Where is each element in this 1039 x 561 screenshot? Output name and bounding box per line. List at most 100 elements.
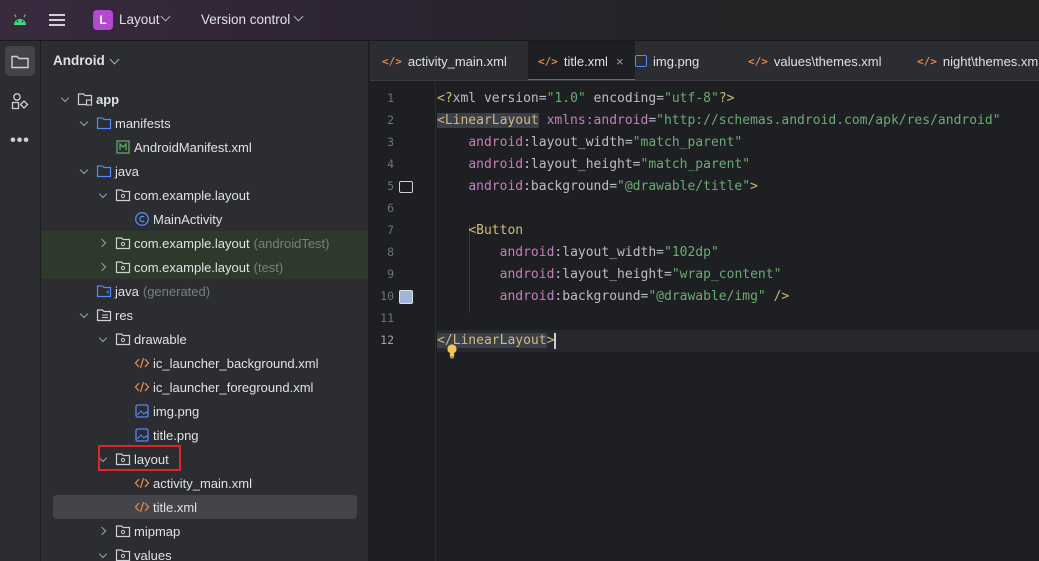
tree-item-label: mipmap [134,523,181,539]
project-name[interactable]: Layout [119,12,160,27]
chevron-down-icon[interactable] [109,54,120,65]
code-line[interactable]: <Button [437,220,1039,242]
structure-tool-button[interactable] [5,86,35,116]
folder-icon [96,115,112,131]
chevron-down-icon[interactable] [97,189,109,201]
tree-item[interactable]: res [41,303,368,327]
xml-file-icon: </> [382,54,402,68]
code-line[interactable]: android:layout_height="match_parent" [437,154,1039,176]
chevron-down-icon[interactable] [97,333,109,345]
image-preview-icon[interactable] [399,181,413,193]
tree-item-label: ic_launcher_background.xml [153,355,319,371]
tree-item[interactable]: AndroidManifest.xml [41,135,368,159]
tree-item[interactable]: activity_main.xml [41,471,368,495]
code-token: android [499,289,555,304]
tree-item[interactable]: title.xml [53,495,357,519]
tab-night-themes-xml[interactable]: </> night\themes.xml [917,41,1039,80]
chevron-down-icon[interactable] [160,11,171,22]
code-line[interactable] [437,198,1039,220]
tab-title-xml[interactable]: </> title.xml × [528,41,635,80]
code-line[interactable] [437,308,1039,330]
code-token: android [499,267,555,282]
tree-item[interactable]: mipmap [41,519,368,543]
code-line[interactable]: android:layout_width="102dp" [437,242,1039,264]
more-tools-button[interactable]: ••• [5,126,35,156]
chevron-down-icon[interactable] [293,11,304,22]
tree-item[interactable]: drawable [41,327,368,351]
tab-img-png[interactable]: img.png [635,41,748,80]
android-logo-icon [13,14,27,25]
code-line[interactable]: android:layout_width="match_parent" [437,132,1039,154]
tree-item[interactable]: values [41,543,368,561]
chevron-down-icon[interactable] [59,93,71,105]
code-line[interactable]: <LinearLayout xmlns:android="http://sche… [437,110,1039,132]
tree-item[interactable]: com.example.layout (test) [41,255,368,279]
code-token: "@drawable/title" [617,179,751,194]
tree-item[interactable]: manifests [41,111,368,135]
lightbulb-icon[interactable] [445,343,459,359]
code-token: = [648,113,657,128]
tab-activity-main-xml[interactable]: </> activity_main.xml [382,41,522,80]
code-line[interactable]: <?xml version="1.0" encoding="utf-8"?> [437,88,1039,110]
line-number: 1 [387,91,394,105]
main-menu-icon[interactable] [49,11,67,29]
code-token: "wrap_content" [671,267,782,282]
project-view-selector[interactable]: Android [53,53,105,68]
tree-item-label: AndroidManifest.xml [134,139,252,155]
project-tool-button[interactable] [5,46,35,76]
tree-item-label: com.example.layout [134,187,250,203]
tree-item[interactable]: title.png [41,423,368,447]
folder-icon [96,163,112,179]
tree-item[interactable]: com.example.layout [41,183,368,207]
close-icon[interactable]: × [616,54,624,69]
code-token: :layout_width= [554,245,664,260]
code-token: android [468,135,524,150]
tree-item[interactable]: com.example.layout (androidTest) [41,231,368,255]
tree-item-label: activity_main.xml [153,475,252,491]
manifest-icon [115,139,131,155]
code-editor[interactable]: <?xml version="1.0" encoding="utf-8"?> <L… [437,82,1039,561]
code-line[interactable]: android:background="@drawable/img" /> [437,286,1039,308]
tree-item[interactable]: ic_launcher_background.xml [41,351,368,375]
tree-item[interactable]: img.png [41,399,368,423]
tree-item[interactable]: java (generated) [41,279,368,303]
chevron-right-icon[interactable] [97,525,109,537]
version-control-menu[interactable]: Version control [201,12,290,27]
tree-item-label: ic_launcher_foreground.xml [153,379,314,395]
chevron-down-icon[interactable] [78,117,90,129]
chevron-down-icon[interactable] [78,165,90,177]
chevron-down-icon[interactable] [97,549,109,561]
code-token: xml [452,91,484,106]
code-line[interactable]: </LinearLayout> [437,330,1039,352]
editor-gutter: 1 2 3 4 5 6 7 8 9 10 11 12 [370,82,436,561]
code-line[interactable]: android:background="@drawable/title"> [437,176,1039,198]
code-line[interactable]: android:layout_height="wrap_content" [437,264,1039,286]
code-token: ?> [718,91,735,106]
tab-values-themes-xml[interactable]: </> values\themes.xml [748,41,917,80]
code-token: android [468,157,524,172]
chevron-right-icon[interactable] [97,237,109,249]
xml-file-icon: </> [748,54,768,68]
tab-label: night\themes.xml [942,53,1039,69]
tree-item-suffix: (generated) [142,283,211,299]
tree-item-label: java [115,163,139,179]
code-token: <Button [468,223,524,238]
image-preview-icon[interactable] [399,290,413,304]
tree-item[interactable]: layout [41,447,368,471]
tree-item[interactable]: ic_launcher_foreground.xml [41,375,368,399]
line-number: 11 [380,311,394,325]
tree-item[interactable]: app [41,87,368,111]
project-badge[interactable]: L [93,10,113,30]
chevron-right-icon[interactable] [97,261,109,273]
tree-item[interactable]: MainActivity [41,207,368,231]
xml-icon [134,499,150,515]
chevron-down-icon[interactable] [78,309,90,321]
tree-item-label: res [115,307,134,323]
tree-item[interactable]: java [41,159,368,183]
tab-label: activity_main.xml [407,53,507,69]
